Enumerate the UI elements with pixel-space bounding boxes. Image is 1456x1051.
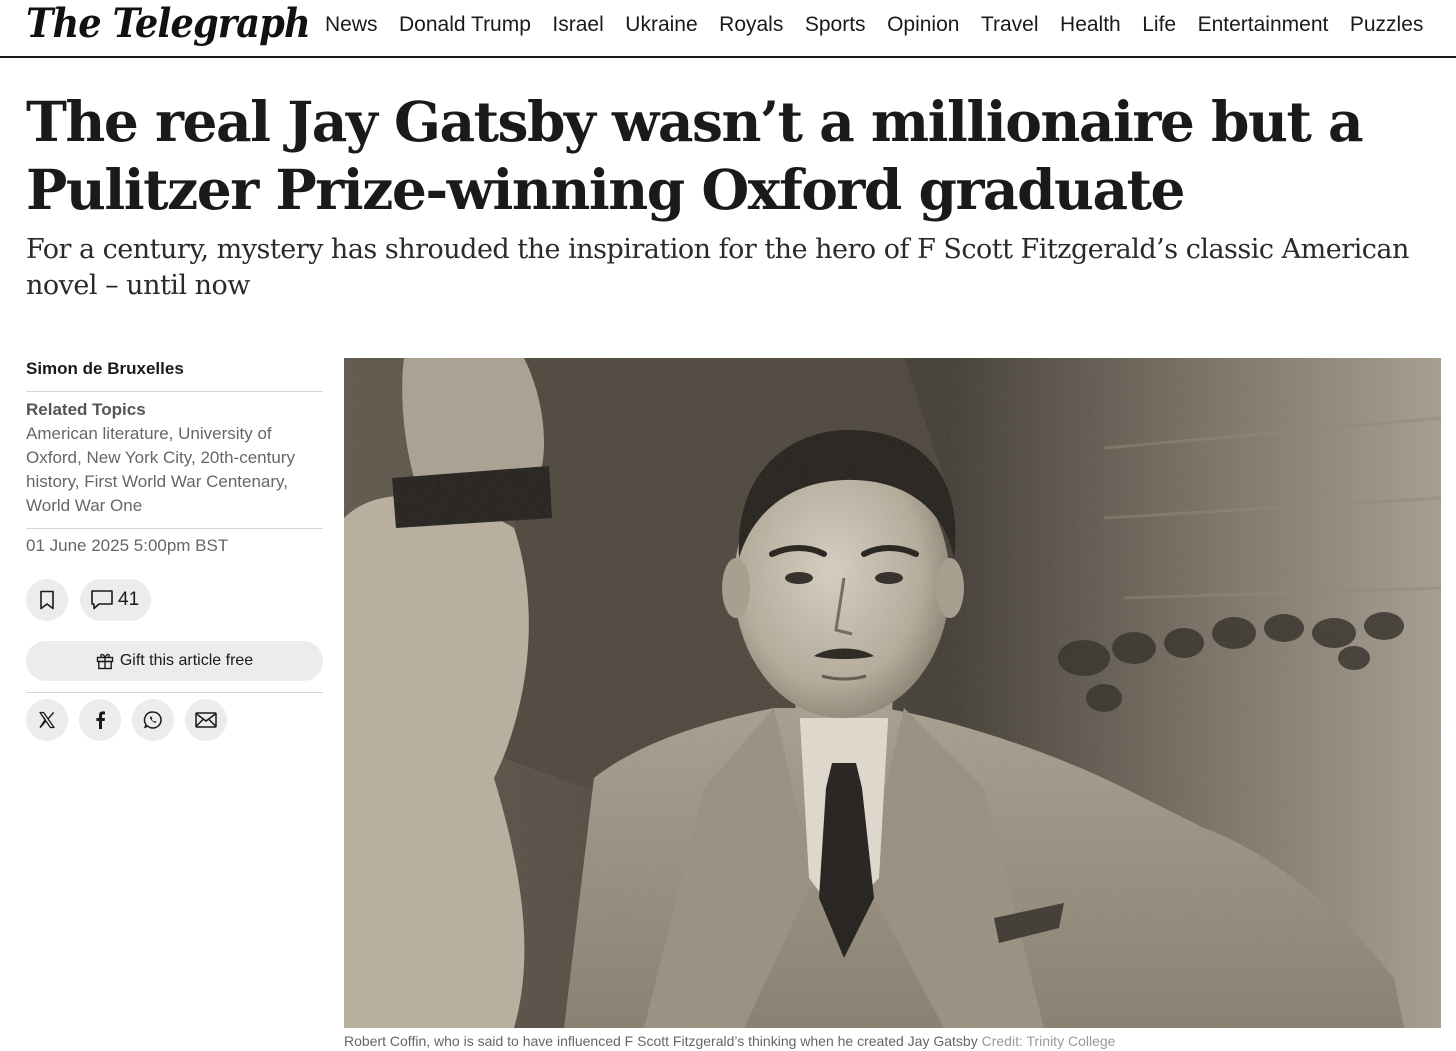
portrait-photo [344, 358, 1441, 1028]
nav-item-israel[interactable]: Israel [552, 13, 603, 37]
gift-icon [96, 653, 114, 670]
nav-item-life[interactable]: Life [1142, 13, 1176, 37]
gift-article-button[interactable]: Gift this article free [26, 641, 323, 681]
headline-line-1: The real Jay Gatsby wasn’t a millionaire… [26, 89, 1364, 154]
nav-item-puzzles[interactable]: Puzzles [1350, 13, 1424, 37]
related-topics-list[interactable]: American literature, University of Oxfor… [26, 422, 323, 518]
author-name[interactable]: Simon de Bruxelles [26, 356, 323, 392]
bookmark-icon [40, 590, 54, 610]
headline-line-2: Pulitzer Prize-winning Oxford graduate [26, 157, 1186, 222]
share-email-button[interactable] [185, 699, 227, 741]
share-whatsapp-button[interactable] [132, 699, 174, 741]
nav-item-news[interactable]: News [325, 13, 378, 37]
x-icon [39, 711, 55, 729]
nav-item-donald-trump[interactable]: Donald Trump [399, 13, 531, 37]
publish-date: 01 June 2025 5:00pm BST [26, 536, 229, 555]
comments-button[interactable]: 41 [80, 579, 152, 621]
facebook-icon [96, 711, 105, 729]
top-navigation-bar: The Telegraph News Donald Trump Israel U… [0, 0, 1456, 58]
email-icon [195, 712, 217, 728]
comment-icon [91, 590, 113, 610]
share-facebook-button[interactable] [79, 699, 121, 741]
nav-item-royals[interactable]: Royals [719, 13, 783, 37]
main-nav: News Donald Trump Israel Ukraine Royals … [325, 0, 1445, 50]
nav-item-sports[interactable]: Sports [805, 13, 866, 37]
whatsapp-icon [143, 711, 162, 729]
nav-item-opinion[interactable]: Opinion [887, 13, 959, 37]
article-sidebar: Simon de Bruxelles Related Topics Americ… [26, 356, 323, 741]
hero-photo-robert-coffin [344, 358, 1441, 1028]
related-topics: Related Topics American literature, Univ… [26, 392, 323, 529]
article-standfirst: For a century, mystery has shrouded the … [26, 234, 1409, 301]
gift-label: Gift this article free [119, 652, 254, 669]
share-x-button[interactable] [26, 699, 68, 741]
share-buttons [26, 699, 323, 741]
article-actions: 41 [26, 579, 323, 621]
comment-count: 41 [118, 589, 140, 610]
article-headline: The real Jay Gatsby wasn’t a millionaire… [26, 88, 1406, 224]
bookmark-button[interactable] [26, 579, 68, 621]
telegraph-logo[interactable]: The Telegraph [26, 2, 311, 46]
nav-item-ukraine[interactable]: Ukraine [625, 13, 697, 37]
image-caption: Robert Coffin, who is said to have influ… [344, 1031, 1441, 1051]
nav-item-health[interactable]: Health [1060, 13, 1121, 37]
gift-row: Gift this article free [26, 641, 323, 693]
nav-item-travel[interactable]: Travel [981, 13, 1039, 37]
related-topics-title: Related Topics [26, 400, 146, 419]
nav-item-entertainment[interactable]: Entertainment [1198, 13, 1329, 37]
